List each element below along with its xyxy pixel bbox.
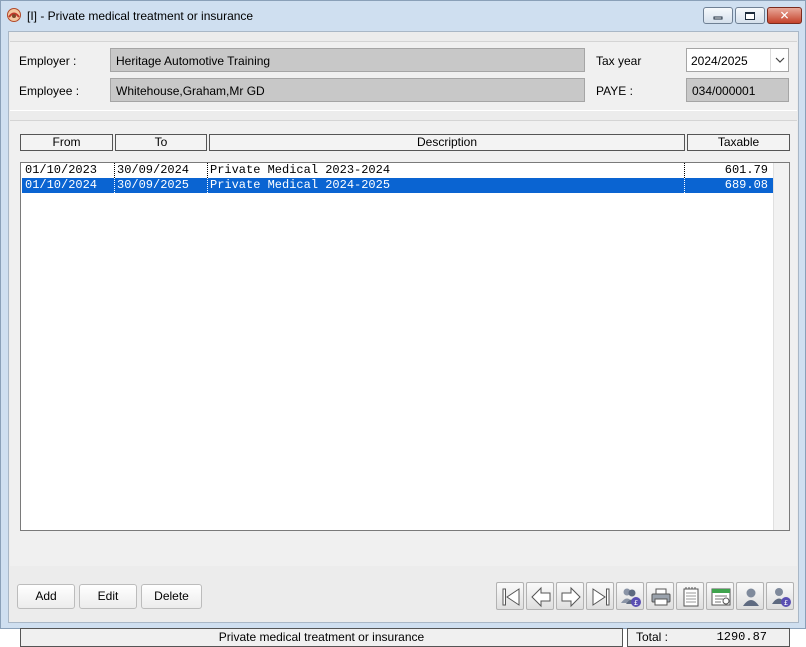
delete-button[interactable]: Delete [141, 584, 202, 609]
cell-from: 01/10/2023 [25, 163, 98, 177]
employee-pay-button[interactable]: £ [766, 582, 794, 610]
employee-label: Employee : [19, 84, 80, 98]
employee-button[interactable] [736, 582, 764, 610]
cell-to: 30/09/2024 [114, 163, 207, 178]
last-record-button[interactable] [586, 582, 614, 610]
previous-record-button[interactable] [526, 582, 554, 610]
first-record-button[interactable] [496, 582, 524, 610]
column-header-description[interactable]: Description [209, 134, 685, 151]
column-header-to[interactable]: To [115, 134, 207, 151]
cell-from: 01/10/2024 [25, 178, 98, 192]
tax-year-value: 2024/2025 [691, 54, 748, 68]
next-record-button[interactable] [556, 582, 584, 610]
window-title: [I] - Private medical treatment or insur… [27, 9, 254, 23]
notepad-button[interactable] [676, 582, 704, 610]
last-record-icon [592, 588, 610, 606]
paye-label: PAYE : [596, 84, 633, 98]
minimize-icon [713, 16, 723, 19]
previous-record-icon [531, 586, 551, 608]
employer-label: Employer : [19, 54, 77, 68]
chevron-down-icon [775, 57, 785, 63]
svg-text:£: £ [634, 599, 638, 607]
close-button[interactable]: ✕ [767, 7, 802, 24]
employer-field: Heritage Automotive Training [110, 48, 585, 72]
minimize-button[interactable] [703, 7, 733, 24]
action-bar: Add Edit Delete £ £ [10, 570, 797, 622]
app-logo-icon [7, 8, 21, 22]
employee-icon [743, 588, 759, 606]
close-icon: ✕ [779, 8, 790, 22]
client-area: Employer : Heritage Automotive Training … [8, 31, 799, 647]
cell-to: 30/09/2025 [114, 178, 207, 193]
edit-button[interactable]: Edit [79, 584, 137, 609]
paye-field: 034/000001 [686, 78, 789, 102]
employees-pay-icon: £ [621, 588, 641, 607]
print-icon [651, 588, 671, 606]
column-header-from[interactable]: From [20, 134, 113, 151]
add-button[interactable]: Add [17, 584, 75, 609]
first-record-icon [502, 588, 520, 606]
column-header-taxable[interactable]: Taxable [687, 134, 790, 151]
employee-pay-icon: £ [772, 588, 791, 607]
next-record-icon [561, 586, 581, 608]
dropdown-button[interactable] [770, 49, 788, 71]
footer-caption: Private medical treatment or insurance [20, 628, 623, 647]
vertical-scrollbar[interactable] [773, 163, 789, 530]
maximize-button[interactable] [735, 7, 765, 24]
table-row[interactable]: 01/10/2023 30/09/2024 Private Medical 20… [22, 163, 773, 178]
table-row-selected[interactable]: 01/10/2024 30/09/2025 Private Medical 20… [22, 178, 773, 193]
notepad-icon [683, 587, 699, 607]
total-box: Total : 1290.87 [627, 628, 790, 647]
main-window: [I] - Private medical treatment or insur… [0, 0, 806, 647]
calendar-report-icon [711, 588, 731, 606]
maximize-icon [745, 11, 755, 20]
tax-year-select[interactable]: 2024/2025 [686, 48, 789, 72]
employees-pay-button[interactable]: £ [616, 582, 644, 610]
print-button[interactable] [646, 582, 674, 610]
employee-info-panel: Employer : Heritage Automotive Training … [10, 41, 797, 111]
cell-taxable: 689.08 [684, 178, 770, 193]
records-list[interactable]: 01/10/2023 30/09/2024 Private Medical 20… [20, 162, 790, 531]
total-value: 1290.87 [716, 630, 767, 644]
cell-description: Private Medical 2023-2024 [207, 163, 684, 178]
total-label: Total : [636, 630, 669, 644]
cell-description: Private Medical 2024-2025 [207, 178, 684, 193]
calendar-report-button[interactable] [706, 582, 734, 610]
employee-field: Whitehouse,Graham,Mr GD [110, 78, 585, 102]
tax-year-label: Tax year [596, 54, 642, 68]
cell-taxable: 601.79 [684, 163, 770, 178]
svg-text:£: £ [784, 599, 788, 607]
records-panel: From To Description Taxable 01/10/2023 3… [10, 120, 797, 647]
title-bar[interactable]: [I] - Private medical treatment or insur… [1, 1, 805, 31]
